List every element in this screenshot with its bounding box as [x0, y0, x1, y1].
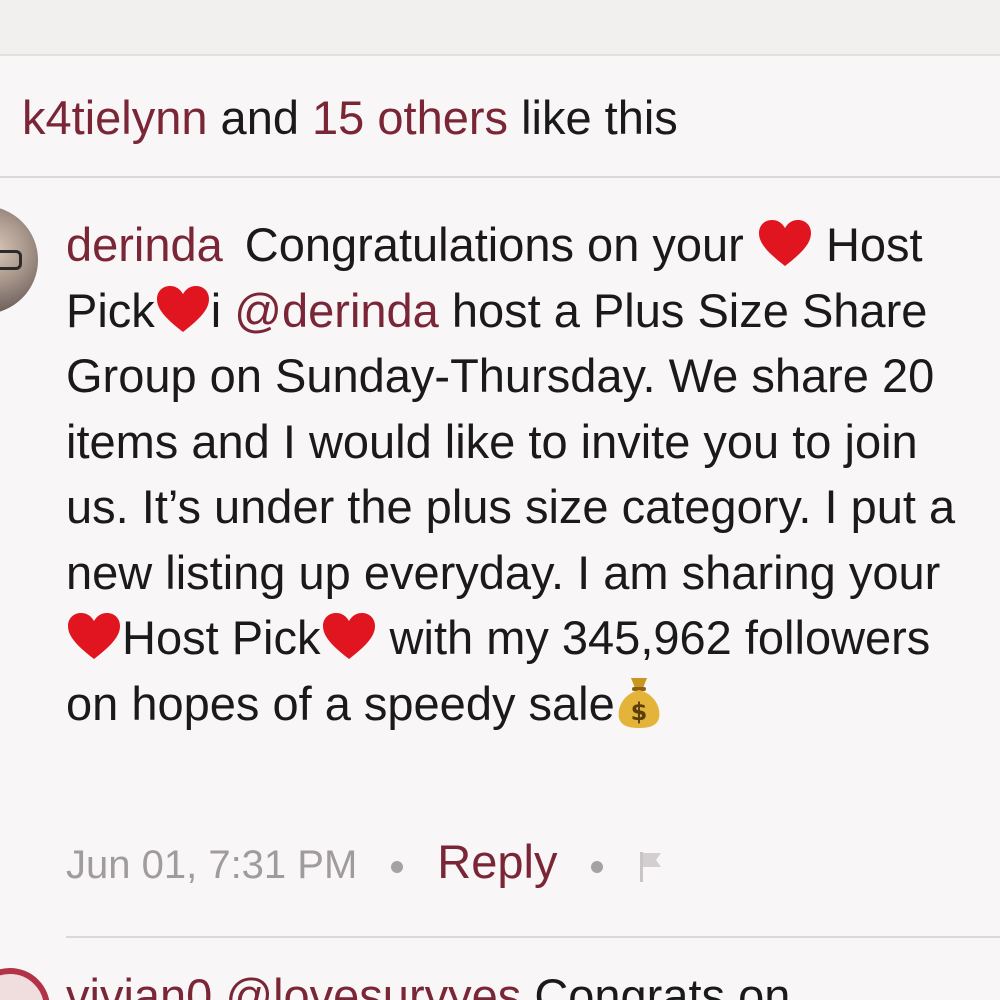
- avatar[interactable]: [0, 968, 50, 1000]
- liker-username-link[interactable]: k4tielynn: [22, 91, 208, 144]
- heart-icon: [156, 285, 209, 332]
- comment-text-1: Congratulations on your: [244, 218, 757, 271]
- top-bar: [0, 0, 1000, 56]
- heart-icon: [68, 613, 120, 659]
- next-comment-text: Congrats on: [534, 969, 791, 1000]
- comment-text-3: i: [210, 283, 235, 337]
- likes-and-text: and: [207, 91, 313, 144]
- heart-icon: [322, 613, 375, 659]
- next-mention-link[interactable]: @lovesurvyes: [225, 969, 521, 1000]
- separator-dot: [391, 861, 404, 874]
- avatar-glasses: [0, 250, 22, 270]
- next-comment-author-link[interactable]: vivian0: [66, 969, 212, 1000]
- flag-icon[interactable]: [637, 850, 665, 884]
- separator-dot: [591, 861, 604, 874]
- heart-icon: [758, 220, 811, 266]
- comment-text-5: Host Pick: [122, 611, 321, 664]
- likes-suffix: like this: [508, 91, 678, 144]
- divider: [66, 936, 1000, 938]
- divider: [0, 176, 1000, 178]
- likes-summary: k4tielynn and 15 others like this: [22, 88, 678, 148]
- comments-screen: k4tielynn and 15 others like this derind…: [0, 0, 1000, 1000]
- avatar[interactable]: [0, 206, 38, 314]
- comment-body: derinda Congratulations on your Host Pick…: [66, 212, 986, 736]
- mention-link[interactable]: @derinda: [234, 284, 439, 337]
- comment-timestamp: Jun 01, 7:31 PM: [66, 843, 358, 887]
- money-bag-icon: $: [618, 677, 660, 728]
- comment-author-link[interactable]: derinda: [66, 218, 223, 271]
- svg-text:$: $: [630, 698, 647, 726]
- reply-button[interactable]: Reply: [437, 835, 557, 888]
- next-comment-preview: vivian0 @lovesurvyes Congrats on: [66, 966, 790, 1000]
- others-link[interactable]: 15 others: [312, 91, 508, 144]
- comment-meta: Jun 01, 7:31 PM Reply: [66, 832, 665, 892]
